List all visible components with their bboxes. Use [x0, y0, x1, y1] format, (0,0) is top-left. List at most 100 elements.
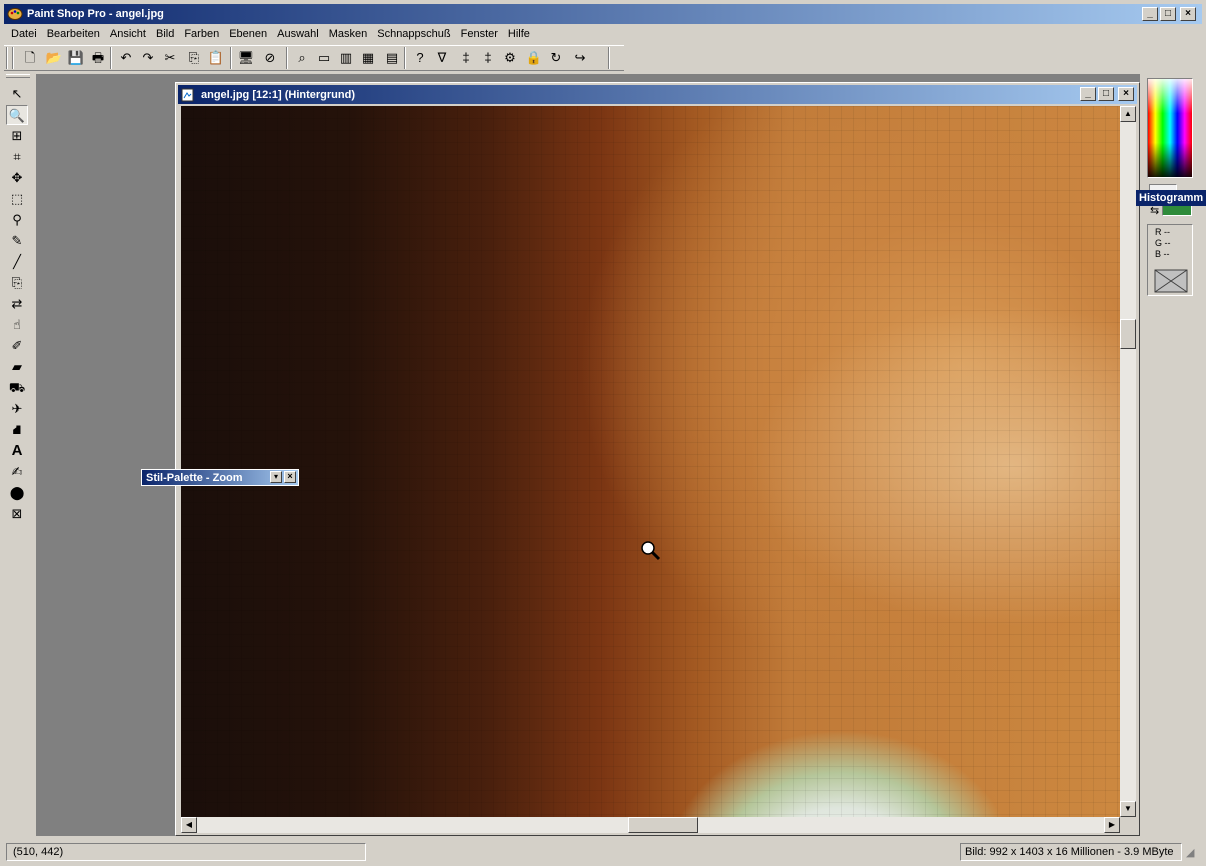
menu-ebenen[interactable]: Ebenen — [224, 28, 272, 40]
undo-icon[interactable]: ↶ — [116, 48, 136, 68]
layer-palette-icon[interactable]: ▤ — [382, 48, 402, 68]
selection-icon[interactable]: ⬚ — [6, 189, 28, 209]
histogramm-label: Histogramm — [1139, 192, 1204, 204]
clone-icon[interactable]: ⎘ — [6, 273, 28, 293]
toolbar-separator — [230, 47, 232, 69]
menu-bild[interactable]: Bild — [151, 28, 179, 40]
app-title-bar[interactable]: Paint Shop Pro - angel.jpg _ □ × — [4, 4, 1202, 24]
browse-icon[interactable]: ⊘ — [260, 48, 280, 68]
menu-hilfe[interactable]: Hilfe — [503, 28, 535, 40]
scroll-left-button[interactable]: ◀ — [181, 817, 197, 833]
move-icon[interactable]: ✥ — [6, 168, 28, 188]
resize-grip-icon[interactable]: ◢ — [1186, 846, 1194, 859]
menu-masken[interactable]: Masken — [324, 28, 373, 40]
toolbar-separator — [110, 47, 112, 69]
open-icon[interactable]: 📂 — [44, 48, 64, 68]
stil-palette-title: Stil-Palette - Zoom — [146, 471, 243, 484]
image-canvas[interactable] — [181, 106, 1120, 817]
image-minimize-button[interactable]: _ — [1080, 87, 1096, 101]
maximize-button[interactable]: □ — [1160, 7, 1176, 21]
monitor-icon[interactable]: 🖥 — [236, 48, 256, 68]
menu-fenster[interactable]: Fenster — [456, 28, 503, 40]
scratch-remover-icon[interactable]: ✐ — [6, 336, 28, 356]
histogram-icon[interactable]: ▦ — [358, 48, 378, 68]
menu-bar: Datei Bearbeiten Ansicht Bild Farben Ebenen Au… — [6, 25, 535, 43]
refresh-icon[interactable]: ↻ — [546, 48, 566, 68]
stil-palette-title-bar[interactable]: Stil-Palette - Zoom ▾ × — [141, 469, 299, 486]
script-icon[interactable]: ⚙ — [500, 48, 520, 68]
menu-ansicht[interactable]: Ansicht — [105, 28, 151, 40]
color-palette-icon[interactable]: ▥ — [336, 48, 356, 68]
tool-palette-grip[interactable] — [6, 74, 30, 78]
histogramm-tooltip: Histogramm — [1136, 190, 1206, 206]
lock-icon[interactable]: 🔒 — [524, 48, 544, 68]
stil-palette-pin-button[interactable]: ▾ — [270, 471, 282, 483]
status-bar: (510, 442) Bild: 992 x 1403 x 16 Million… — [4, 842, 1202, 862]
main-toolbar: 🗋 📂 💾 🖶 ↶ ↷ ✂ ⎘ 📋 🖥 ⊘ ⌕ ▭ ▥ ▦ ▤? ∇ ‡ ‡ ⚙ 🔒 ↻ ↪ — [4, 45, 624, 71]
close-button[interactable]: × — [1180, 7, 1196, 21]
image-window: angel.jpg [12:1] (Hintergrund) _ □ × ▲ ▼… — [175, 82, 1140, 836]
app-icon[interactable] — [7, 7, 23, 21]
deform-icon[interactable]: ⊞ — [6, 126, 28, 146]
eraser-icon[interactable]: ▰ — [6, 357, 28, 377]
color-balance-icon[interactable]: ‡ — [478, 48, 498, 68]
help-icon[interactable]: ? — [410, 48, 430, 68]
color-replace-icon[interactable]: ⇄ — [6, 294, 28, 314]
image-close-button[interactable]: × — [1118, 87, 1134, 101]
paintbrush-icon[interactable]: ╱ — [6, 252, 28, 272]
flood-fill-icon[interactable]: ⛘ — [6, 420, 28, 440]
menu-bearbeiten[interactable]: Bearbeiten — [42, 28, 105, 40]
status-image-info: Bild: 992 x 1403 x 16 Millionen - 3.9 MB… — [960, 843, 1182, 861]
filter-icon[interactable]: ∇ — [432, 48, 452, 68]
retouch-icon[interactable]: ☝ — [6, 315, 28, 335]
zoom-icon[interactable]: 🔍 — [6, 105, 28, 125]
scroll-right-button[interactable]: ▶ — [1104, 817, 1120, 833]
redo-icon[interactable]: ↷ — [138, 48, 158, 68]
rgb-r-value: R -- — [1155, 227, 1170, 237]
scroll-up-button[interactable]: ▲ — [1120, 106, 1136, 122]
menu-schnappschuß[interactable]: Schnappschuß — [372, 28, 455, 40]
toolbar-separator — [286, 47, 288, 69]
menu-auswahl[interactable]: Auswahl — [272, 28, 324, 40]
horizontal-scroll-thumb[interactable] — [628, 817, 698, 833]
new-icon[interactable]: 🗋 — [20, 48, 40, 68]
scroll-down-button[interactable]: ▼ — [1120, 801, 1136, 817]
pixel-grid — [181, 106, 1120, 817]
dropper-icon[interactable]: ✎ — [6, 231, 28, 251]
image-maximize-button[interactable]: □ — [1098, 87, 1114, 101]
save-icon[interactable]: 💾 — [66, 48, 86, 68]
stil-palette-close-button[interactable]: × — [284, 471, 296, 483]
levels-icon[interactable]: ‡ — [456, 48, 476, 68]
vertical-scroll-thumb[interactable] — [1120, 319, 1136, 349]
zoom-normal-icon[interactable]: ⌕ — [292, 48, 312, 68]
image-window-title-bar[interactable]: angel.jpg [12:1] (Hintergrund) _ □ × — [178, 85, 1137, 104]
cut-icon[interactable]: ✂ — [160, 48, 180, 68]
object-selector-icon[interactable]: ⊠ — [6, 504, 28, 524]
copy-icon[interactable]: ⎘ — [184, 48, 204, 68]
app-title: Paint Shop Pro - angel.jpg — [27, 8, 164, 20]
paste-icon[interactable]: 📋 — [206, 48, 226, 68]
preset-shape-icon[interactable]: ⬤ — [6, 483, 28, 503]
print-icon[interactable]: 🖶 — [88, 48, 108, 68]
toolbar-grip[interactable] — [12, 47, 14, 69]
toolbar-toggle-icon[interactable]: ▭ — [314, 48, 334, 68]
no-color-icon — [1154, 269, 1188, 293]
menu-farben[interactable]: Farben — [179, 28, 224, 40]
toolbar-grip[interactable] — [6, 47, 8, 69]
airbrush-icon[interactable]: ✈ — [6, 399, 28, 419]
color-spectrum[interactable] — [1147, 78, 1193, 178]
draw-icon[interactable]: ✍ — [6, 462, 28, 482]
minimize-button[interactable]: _ — [1142, 7, 1158, 21]
picture-tube-icon[interactable]: ⛟ — [6, 378, 28, 398]
menu-datei[interactable]: Datei — [6, 28, 42, 40]
image-window-title: angel.jpg [12:1] (Hintergrund) — [201, 88, 355, 101]
vertical-scrollbar[interactable] — [1120, 106, 1136, 817]
rgb-b-value: B -- — [1155, 249, 1170, 259]
arrow-icon[interactable]: ↖ — [6, 84, 28, 104]
crop-icon[interactable]: ⌗ — [6, 147, 28, 167]
toolbar-separator — [608, 47, 610, 69]
status-coords: (510, 442) — [6, 843, 366, 861]
freehand-icon[interactable]: ⚲ — [6, 210, 28, 230]
run-script-icon[interactable]: ↪ — [570, 48, 590, 68]
text-icon[interactable]: A — [6, 441, 28, 461]
